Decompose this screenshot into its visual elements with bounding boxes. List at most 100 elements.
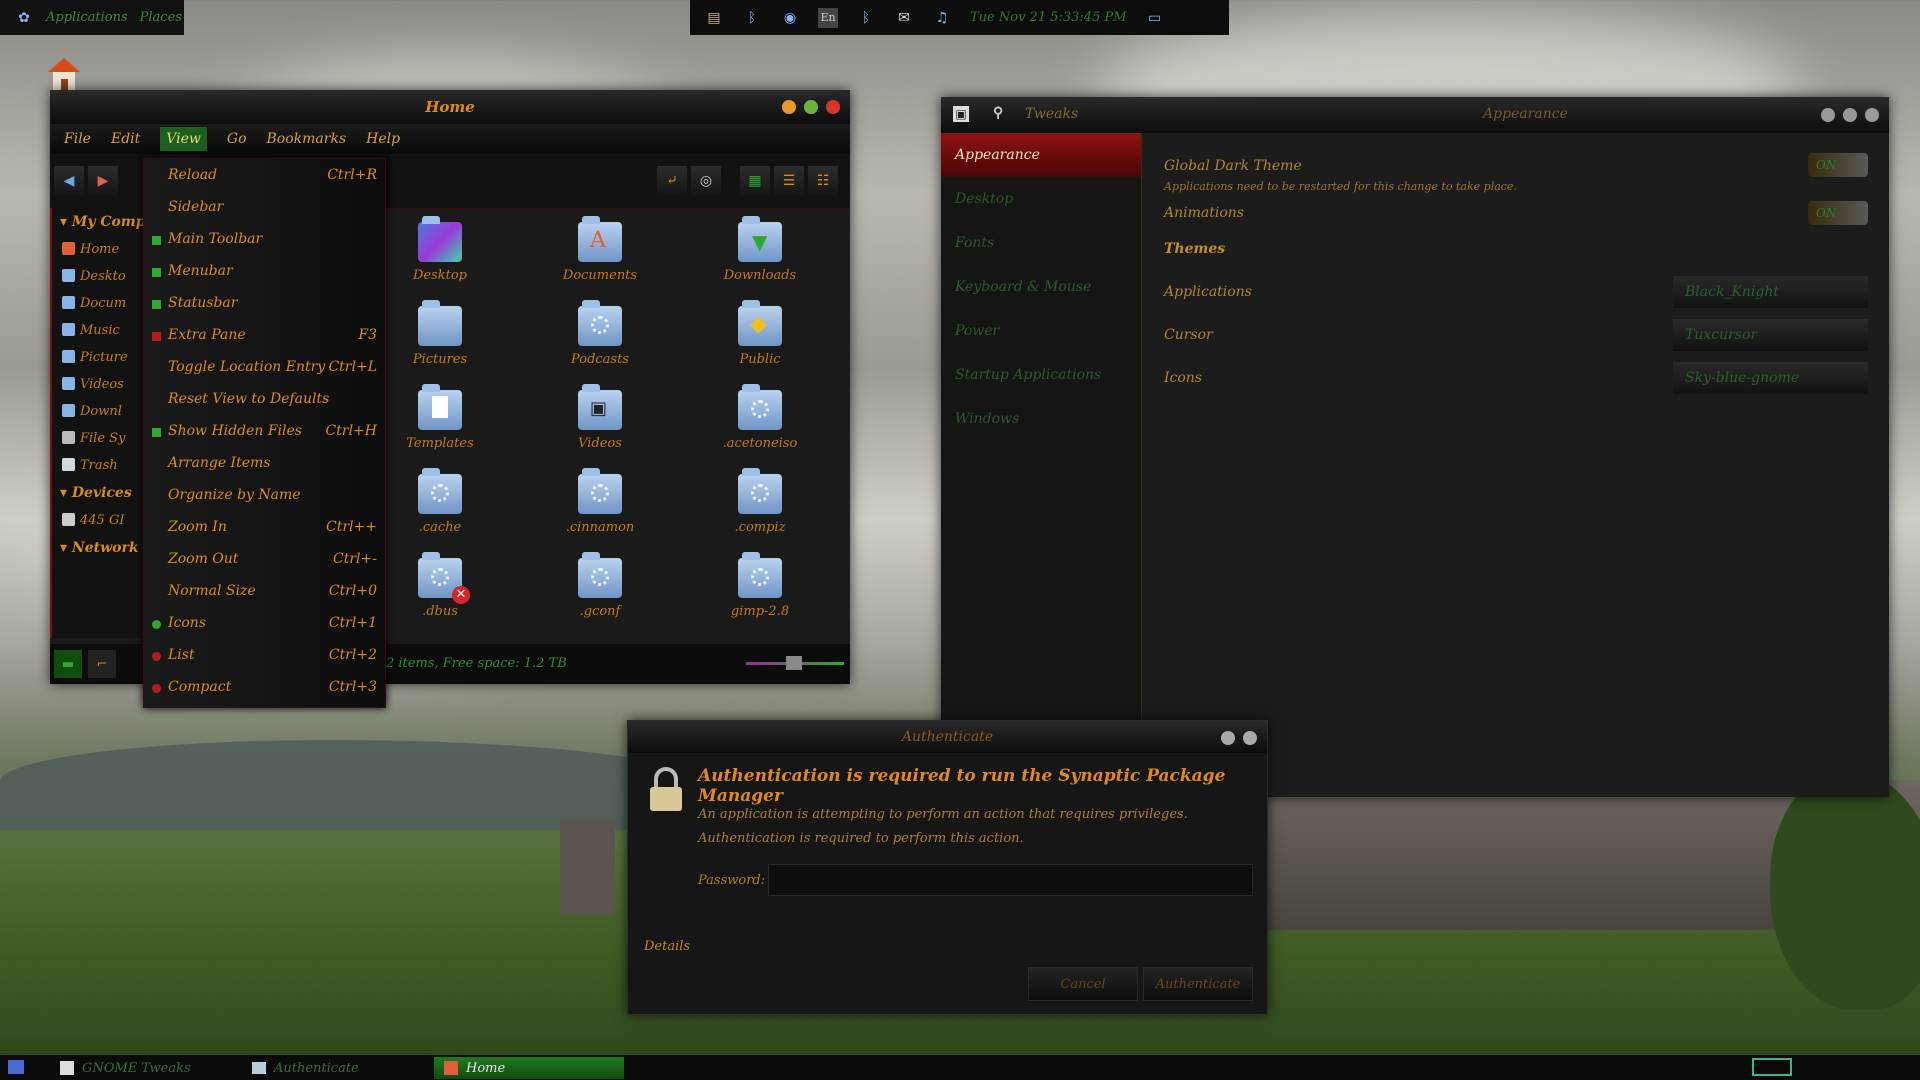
places-menu[interactable]: Places: [140, 10, 182, 25]
back-icon[interactable]: ◀: [54, 166, 84, 196]
sidebar-item-pictures[interactable]: Picture: [52, 344, 145, 371]
compact-view-icon[interactable]: ☷: [808, 166, 838, 196]
view-menu-item-toggle-location-entry[interactable]: Toggle Location Entry Ctrl+L: [144, 355, 385, 381]
view-menu-item-zoom-in[interactable]: Zoom In Ctrl++: [144, 515, 385, 541]
tweaks-category-power[interactable]: Power: [941, 309, 1141, 353]
menu-go[interactable]: Go: [227, 131, 247, 147]
view-menu-item-reload[interactable]: Reload Ctrl+R: [144, 163, 385, 189]
sidebar-item-home[interactable]: Home: [52, 236, 145, 263]
view-menu-item-sidebar[interactable]: Sidebar: [144, 195, 385, 221]
minimize-button[interactable]: [1221, 731, 1235, 745]
bluetooth-icon[interactable]: ᛒ: [742, 8, 762, 28]
file-item-cinnamon[interactable]: .cinnamon: [540, 468, 660, 535]
taskbar-item-gnome-tweaks[interactable]: GNOME Tweaks: [50, 1057, 240, 1079]
view-menu-item-organize-by-name[interactable]: Organize by Name: [144, 483, 385, 509]
view-menu-item-normal-size[interactable]: Normal Size Ctrl+0: [144, 579, 385, 605]
file-item-compiz[interactable]: .compiz: [700, 468, 820, 535]
file-item-cache[interactable]: .cache: [380, 468, 500, 535]
clock[interactable]: Tue Nov 21 5:33:45 PM: [970, 10, 1127, 25]
titlebar[interactable]: Authenticate: [628, 721, 1267, 753]
file-item-desktop[interactable]: Desktop: [380, 216, 500, 283]
sidebar-item-videos[interactable]: Videos: [52, 371, 145, 398]
file-item-downloads[interactable]: ▼ Downloads: [700, 216, 820, 283]
up-icon[interactable]: ⤶: [657, 166, 687, 196]
applications-theme-combo[interactable]: Black_Knight: [1673, 276, 1868, 308]
sidebar-item-music[interactable]: Music: [52, 317, 145, 344]
close-button[interactable]: [1865, 108, 1879, 122]
minimize-button[interactable]: [1821, 108, 1835, 122]
tweaks-category-desktop[interactable]: Desktop: [941, 177, 1141, 221]
animations-toggle[interactable]: ON: [1808, 201, 1868, 225]
tweaks-category-startup-applications[interactable]: Startup Applications: [941, 353, 1141, 397]
cursor-theme-combo[interactable]: Tuxcursor: [1673, 319, 1868, 351]
menu-bookmarks[interactable]: Bookmarks: [267, 131, 347, 147]
list-view-icon[interactable]: ☰: [774, 166, 804, 196]
view-menu-item-statusbar[interactable]: Statusbar: [144, 291, 385, 317]
titlebar[interactable]: Home: [50, 90, 850, 124]
maximize-button[interactable]: [804, 100, 818, 114]
sound-icon[interactable]: ♫: [932, 8, 952, 28]
cancel-button[interactable]: Cancel: [1028, 967, 1138, 1001]
view-menu-item-compact[interactable]: Compact Ctrl+3: [144, 675, 385, 701]
tweaks-category-appearance[interactable]: Appearance: [941, 133, 1141, 177]
taskbar-item-authenticate[interactable]: Authenticate: [242, 1057, 432, 1079]
file-item-public[interactable]: ◆ Public: [700, 300, 820, 367]
forward-icon[interactable]: ▶: [88, 166, 118, 196]
menu-file[interactable]: File: [64, 131, 91, 147]
view-menu-item-reset-view-to-defaults[interactable]: Reset View to Defaults: [144, 387, 385, 413]
file-item-pictures[interactable]: Pictures: [380, 300, 500, 367]
file-item-templates[interactable]: Templates: [380, 384, 500, 451]
zoom-slider-handle[interactable]: [786, 656, 802, 670]
sidebar-item-trash[interactable]: Trash: [52, 452, 145, 479]
file-item-dbus[interactable]: ✕ .dbus: [380, 552, 500, 619]
menu-edit[interactable]: Edit: [111, 131, 140, 147]
icons-theme-combo[interactable]: Sky-blue-gnome: [1673, 362, 1868, 394]
menu-view[interactable]: View: [160, 127, 207, 151]
global-dark-theme-toggle[interactable]: ON: [1808, 153, 1868, 177]
close-button[interactable]: [1243, 731, 1257, 745]
home-desktop-icon[interactable]: [44, 54, 84, 94]
tweaks-category-windows[interactable]: Windows: [941, 397, 1141, 441]
tweaks-category-fonts[interactable]: Fonts: [941, 221, 1141, 265]
search-icon[interactable]: ◎: [691, 166, 721, 196]
network-icon[interactable]: ◉: [780, 8, 800, 28]
bluetooth-icon[interactable]: ᛒ: [856, 8, 876, 28]
search-icon[interactable]: ⚲: [993, 105, 1003, 121]
file-item-gconf[interactable]: .gconf: [540, 552, 660, 619]
view-menu-item-zoom-out[interactable]: Zoom Out Ctrl+-: [144, 547, 385, 573]
view-menu-item-extra-pane[interactable]: Extra Pane F3: [144, 323, 385, 349]
view-menu-item-list[interactable]: List Ctrl+2: [144, 643, 385, 669]
sidebar-item-desktop[interactable]: Deskto: [52, 263, 145, 290]
view-menu-item-icons[interactable]: Icons Ctrl+1: [144, 611, 385, 637]
file-item-gimp[interactable]: gimp-2.8: [700, 552, 820, 619]
minimize-button[interactable]: [782, 100, 796, 114]
sidebar-item-documents[interactable]: Docum: [52, 290, 145, 317]
show-desktop-icon[interactable]: [8, 1060, 24, 1074]
sidebar-header-my-computer[interactable]: ▾ My Comp: [52, 208, 145, 236]
workspace-switcher[interactable]: [1752, 1058, 1792, 1076]
maximize-button[interactable]: [1843, 108, 1857, 122]
treeview-icon[interactable]: ⌐: [88, 650, 116, 678]
taskbar-item-home[interactable]: Home: [434, 1057, 624, 1079]
password-input[interactable]: [768, 864, 1253, 896]
show-sidebar-icon[interactable]: ▬: [54, 650, 82, 678]
applications-menu[interactable]: Applications: [46, 10, 128, 25]
file-item-podcasts[interactable]: Podcasts: [540, 300, 660, 367]
close-button[interactable]: [826, 100, 840, 114]
file-item-videos[interactable]: ▣ Videos: [540, 384, 660, 451]
menu-help[interactable]: Help: [366, 131, 400, 147]
tweaks-category-keyboard-mouse[interactable]: Keyboard & Mouse: [941, 265, 1141, 309]
sidebar-item-downloads[interactable]: Downl: [52, 398, 145, 425]
view-menu-item-menubar[interactable]: Menubar: [144, 259, 385, 285]
icon-view-icon[interactable]: ▦: [740, 166, 770, 196]
sidebar-item-device[interactable]: 445 GI: [52, 507, 145, 534]
file-item-documents[interactable]: A Documents: [540, 216, 660, 283]
view-menu-item-arrange-items[interactable]: Arrange Items: [144, 451, 385, 477]
authenticate-button[interactable]: Authenticate: [1143, 967, 1253, 1001]
clipboard-icon[interactable]: ▤: [704, 8, 724, 28]
view-menu-item-main-toolbar[interactable]: Main Toolbar: [144, 227, 385, 253]
titlebar[interactable]: ▣ ⚲ Tweaks Appearance: [941, 97, 1889, 133]
monitor-icon[interactable]: ▭: [1145, 8, 1165, 28]
keyboard-layout-indicator[interactable]: En: [818, 7, 838, 28]
mail-icon[interactable]: ✉: [894, 8, 914, 28]
